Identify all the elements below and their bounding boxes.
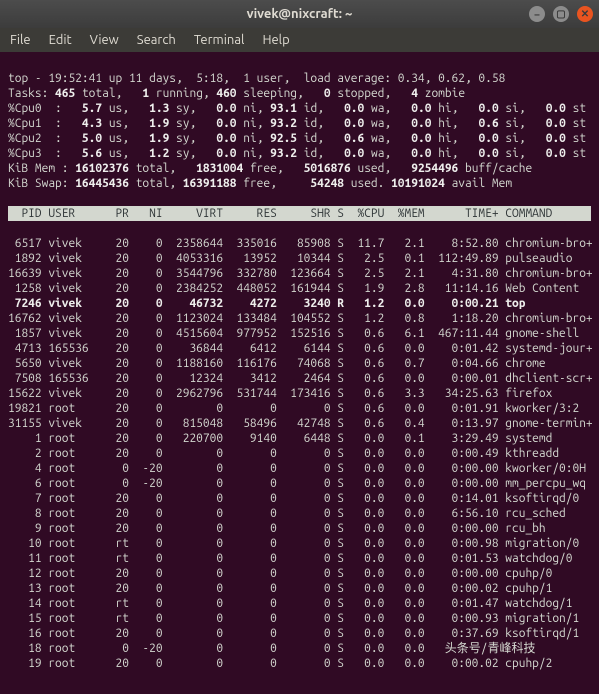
process-row: 31155 vivek 20 0 815048 58496 42748 S 0.…	[8, 416, 591, 431]
process-row: 1857 vivek 20 0 4515604 977952 152516 S …	[8, 326, 591, 341]
process-row: 19 root 20 0 0 0 0 S 0.0 0.0 0:00.02 cpu…	[8, 656, 591, 671]
menu-file[interactable]: File	[10, 33, 31, 47]
top-summary: top - 19:52:41 up 11 days, 5:18, 1 user,…	[8, 71, 591, 191]
process-row: 16762 vivek 20 0 1123024 133484 104552 S…	[8, 311, 591, 326]
window-controls: – ▢ ✕	[529, 6, 593, 22]
process-row: 15622 vivek 20 0 2962796 531744 173416 S…	[8, 386, 591, 401]
menu-edit[interactable]: Edit	[49, 33, 72, 47]
process-row: 7 root 20 0 0 0 0 S 0.0 0.0 0:14.01 ksof…	[8, 491, 591, 506]
process-row: 10 root rt 0 0 0 0 S 0.0 0.0 0:00.98 mig…	[8, 536, 591, 551]
process-row: 1892 vivek 20 0 4053316 13952 10344 S 2.…	[8, 251, 591, 266]
minimize-button[interactable]: –	[529, 6, 545, 22]
process-row: 2 root 20 0 0 0 0 S 0.0 0.0 0:00.49 kthr…	[8, 446, 591, 461]
process-row: 8 root 20 0 0 0 0 S 0.0 0.0 6:56.10 rcu_…	[8, 506, 591, 521]
column-headers: PID USER PR NI VIRT RES SHR S %CPU %MEM …	[8, 206, 591, 221]
menu-search[interactable]: Search	[137, 33, 176, 47]
process-row: 13 root 20 0 0 0 0 S 0.0 0.0 0:00.02 cpu…	[8, 581, 591, 596]
process-row: 14 root rt 0 0 0 0 S 0.0 0.0 0:01.47 wat…	[8, 596, 591, 611]
process-row: 16639 vivek 20 0 3544796 332780 123664 S…	[8, 266, 591, 281]
process-row: 6517 vivek 20 0 2358644 335016 85908 S 1…	[8, 236, 591, 251]
process-row: 16 root 20 0 0 0 0 S 0.0 0.0 0:37.69 kso…	[8, 626, 591, 641]
process-row: 4713 165536 20 0 36844 6412 6144 S 0.6 0…	[8, 341, 591, 356]
menu-view[interactable]: View	[90, 33, 119, 47]
window-title: vivek@nixcraft: ~	[247, 7, 353, 21]
process-row: 19821 root 20 0 0 0 0 S 0.6 0.0 0:01.91 …	[8, 401, 591, 416]
process-row: 15 root rt 0 0 0 0 S 0.0 0.0 0:00.93 mig…	[8, 611, 591, 626]
process-row: 7246 vivek 20 0 46732 4272 3240 R 1.2 0.…	[8, 296, 591, 311]
terminal-output[interactable]: top - 19:52:41 up 11 days, 5:18, 1 user,…	[0, 52, 599, 694]
menubar: File Edit View Search Terminal Help	[0, 28, 599, 52]
process-row: 4 root 0 -20 0 0 0 S 0.0 0.0 0:00.00 kwo…	[8, 461, 591, 476]
process-list: 6517 vivek 20 0 2358644 335016 85908 S 1…	[8, 236, 591, 671]
window-titlebar: vivek@nixcraft: ~ – ▢ ✕	[0, 0, 599, 28]
menu-help[interactable]: Help	[262, 33, 289, 47]
process-row: 11 root rt 0 0 0 0 S 0.0 0.0 0:01.53 wat…	[8, 551, 591, 566]
process-row: 1258 vivek 20 0 2384252 448052 161944 S …	[8, 281, 591, 296]
menu-terminal[interactable]: Terminal	[194, 33, 245, 47]
process-row: 9 root 20 0 0 0 0 S 0.0 0.0 0:00.00 rcu_…	[8, 521, 591, 536]
process-row: 12 root 20 0 0 0 0 S 0.0 0.0 0:00.00 cpu…	[8, 566, 591, 581]
process-row: 18 root 0 -20 0 0 0 S 0.0 0.0 头条号/青峰科技	[8, 641, 591, 656]
process-row: 5650 vivek 20 0 1188160 116176 74068 S 0…	[8, 356, 591, 371]
process-row: 1 root 20 0 220700 9140 6448 S 0.0 0.1 3…	[8, 431, 591, 446]
process-row: 7508 165536 20 0 12324 3412 2464 S 0.6 0…	[8, 371, 591, 386]
process-row: 6 root 0 -20 0 0 0 S 0.0 0.0 0:00.00 mm_…	[8, 476, 591, 491]
maximize-button[interactable]: ▢	[553, 6, 569, 22]
close-button[interactable]: ✕	[577, 6, 593, 22]
